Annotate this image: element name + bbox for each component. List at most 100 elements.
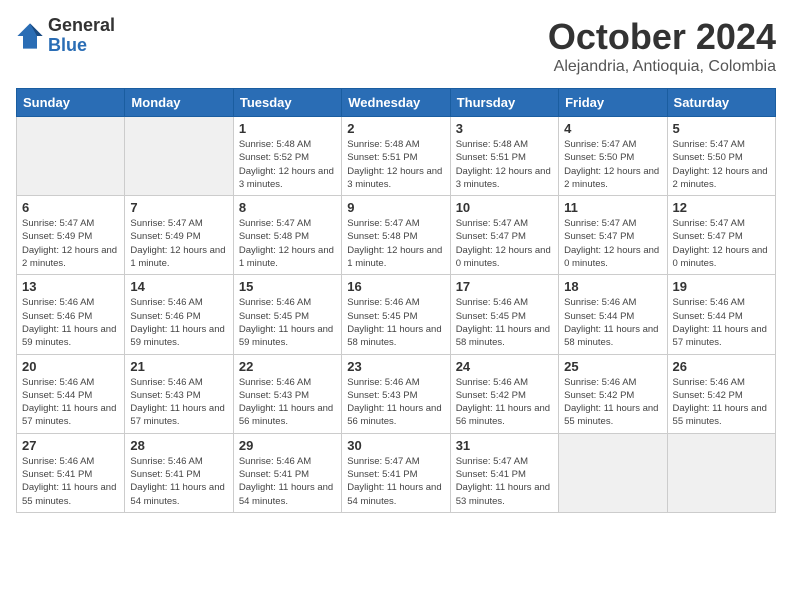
calendar-cell	[17, 117, 125, 196]
calendar-table: SundayMondayTuesdayWednesdayThursdayFrid…	[16, 88, 776, 513]
day-info: Sunrise: 5:46 AMSunset: 5:46 PMDaylight:…	[22, 296, 119, 349]
calendar-week-5: 27 Sunrise: 5:46 AMSunset: 5:41 PMDayligh…	[17, 433, 776, 512]
calendar-cell: 4 Sunrise: 5:47 AMSunset: 5:50 PMDaylight…	[559, 117, 667, 196]
day-number: 3	[456, 121, 553, 136]
day-info: Sunrise: 5:46 AMSunset: 5:43 PMDaylight:…	[239, 376, 336, 429]
logo-general: General	[48, 16, 115, 36]
calendar-cell: 30 Sunrise: 5:47 AMSunset: 5:41 PMDayligh…	[342, 433, 450, 512]
calendar-cell: 3 Sunrise: 5:48 AMSunset: 5:51 PMDaylight…	[450, 117, 558, 196]
day-header-tuesday: Tuesday	[233, 89, 341, 117]
calendar-cell: 1 Sunrise: 5:48 AMSunset: 5:52 PMDaylight…	[233, 117, 341, 196]
calendar-header-row: SundayMondayTuesdayWednesdayThursdayFrid…	[17, 89, 776, 117]
calendar-cell: 8Sunrise: 5:47 AMSunset: 5:48 PMDaylight…	[233, 196, 341, 275]
day-number: 1	[239, 121, 336, 136]
day-number: 8	[239, 200, 336, 215]
day-number: 7	[130, 200, 227, 215]
day-info: Sunrise: 5:46 AMSunset: 5:45 PMDaylight:…	[347, 296, 444, 349]
day-number: 6	[22, 200, 119, 215]
day-info: Sunrise: 5:47 AMSunset: 5:47 PMDaylight:…	[564, 217, 661, 270]
day-number: 21	[130, 359, 227, 374]
calendar-cell: 19Sunrise: 5:46 AMSunset: 5:44 PMDayligh…	[667, 275, 775, 354]
day-info: Sunrise: 5:47 AMSunset: 5:50 PMDaylight:…	[564, 138, 661, 191]
calendar-cell: 29 Sunrise: 5:46 AMSunset: 5:41 PMDayligh…	[233, 433, 341, 512]
month-title: October 2024	[548, 16, 776, 58]
day-info: Sunrise: 5:47 AMSunset: 5:41 PMDaylight:…	[456, 455, 553, 508]
calendar-cell: 31 Sunrise: 5:47 AMSunset: 5:41 PMDayligh…	[450, 433, 558, 512]
calendar-cell: 20Sunrise: 5:46 AMSunset: 5:44 PMDayligh…	[17, 354, 125, 433]
calendar-cell: 27 Sunrise: 5:46 AMSunset: 5:41 PMDayligh…	[17, 433, 125, 512]
day-info: Sunrise: 5:46 AMSunset: 5:44 PMDaylight:…	[564, 296, 661, 349]
calendar-cell: 7Sunrise: 5:47 AMSunset: 5:49 PMDaylight…	[125, 196, 233, 275]
calendar-cell: 2Sunrise: 5:48 AMSunset: 5:51 PMDaylight…	[342, 117, 450, 196]
calendar-cell: 16 Sunrise: 5:46 AMSunset: 5:45 PMDayligh…	[342, 275, 450, 354]
calendar-cell: 28Sunrise: 5:46 AMSunset: 5:41 PMDayligh…	[125, 433, 233, 512]
day-header-sunday: Sunday	[17, 89, 125, 117]
day-header-monday: Monday	[125, 89, 233, 117]
day-number: 20	[22, 359, 119, 374]
day-info: Sunrise: 5:47 AMSunset: 5:49 PMDaylight:…	[22, 217, 119, 270]
day-number: 13	[22, 279, 119, 294]
day-number: 16	[347, 279, 444, 294]
day-number: 30	[347, 438, 444, 453]
calendar-cell: 9Sunrise: 5:47 AMSunset: 5:48 PMDaylight…	[342, 196, 450, 275]
location-title: Alejandria, Antioquia, Colombia	[548, 58, 776, 76]
calendar-week-4: 20Sunrise: 5:46 AMSunset: 5:44 PMDayligh…	[17, 354, 776, 433]
calendar-week-1: 1 Sunrise: 5:48 AMSunset: 5:52 PMDaylight…	[17, 117, 776, 196]
day-number: 19	[673, 279, 770, 294]
title-area: October 2024 Alejandria, Antioquia, Colo…	[548, 16, 776, 76]
day-info: Sunrise: 5:46 AMSunset: 5:42 PMDaylight:…	[456, 376, 553, 429]
day-info: Sunrise: 5:46 AMSunset: 5:43 PMDaylight:…	[130, 376, 227, 429]
day-header-wednesday: Wednesday	[342, 89, 450, 117]
calendar-cell: 13 Sunrise: 5:46 AMSunset: 5:46 PMDayligh…	[17, 275, 125, 354]
day-number: 23	[347, 359, 444, 374]
day-number: 2	[347, 121, 444, 136]
day-header-friday: Friday	[559, 89, 667, 117]
day-info: Sunrise: 5:48 AMSunset: 5:52 PMDaylight:…	[239, 138, 336, 191]
calendar-cell: 22 Sunrise: 5:46 AMSunset: 5:43 PMDayligh…	[233, 354, 341, 433]
day-info: Sunrise: 5:48 AMSunset: 5:51 PMDaylight:…	[456, 138, 553, 191]
day-number: 11	[564, 200, 661, 215]
day-number: 18	[564, 279, 661, 294]
calendar-cell: 18 Sunrise: 5:46 AMSunset: 5:44 PMDayligh…	[559, 275, 667, 354]
calendar-cell: 11 Sunrise: 5:47 AMSunset: 5:47 PMDayligh…	[559, 196, 667, 275]
calendar-cell: 6 Sunrise: 5:47 AMSunset: 5:49 PMDaylight…	[17, 196, 125, 275]
day-info: Sunrise: 5:46 AMSunset: 5:45 PMDaylight:…	[456, 296, 553, 349]
day-number: 4	[564, 121, 661, 136]
calendar-cell	[559, 433, 667, 512]
calendar-cell: 10 Sunrise: 5:47 AMSunset: 5:47 PMDayligh…	[450, 196, 558, 275]
day-info: Sunrise: 5:46 AMSunset: 5:41 PMDaylight:…	[22, 455, 119, 508]
day-number: 27	[22, 438, 119, 453]
day-info: Sunrise: 5:46 AMSunset: 5:41 PMDaylight:…	[130, 455, 227, 508]
calendar-cell: 15Sunrise: 5:46 AMSunset: 5:45 PMDayligh…	[233, 275, 341, 354]
calendar-cell: 24 Sunrise: 5:46 AMSunset: 5:42 PMDayligh…	[450, 354, 558, 433]
day-number: 31	[456, 438, 553, 453]
day-number: 26	[673, 359, 770, 374]
calendar-cell	[125, 117, 233, 196]
calendar-cell: 5Sunrise: 5:47 AMSunset: 5:50 PMDaylight…	[667, 117, 775, 196]
calendar-cell: 14Sunrise: 5:46 AMSunset: 5:46 PMDayligh…	[125, 275, 233, 354]
calendar-cell	[667, 433, 775, 512]
calendar-cell: 17Sunrise: 5:46 AMSunset: 5:45 PMDayligh…	[450, 275, 558, 354]
day-number: 25	[564, 359, 661, 374]
logo-blue: Blue	[48, 36, 115, 56]
day-number: 10	[456, 200, 553, 215]
calendar-cell: 26 Sunrise: 5:46 AMSunset: 5:42 PMDayligh…	[667, 354, 775, 433]
logo-text: General Blue	[48, 16, 115, 56]
calendar-cell: 12Sunrise: 5:47 AMSunset: 5:47 PMDayligh…	[667, 196, 775, 275]
day-info: Sunrise: 5:46 AMSunset: 5:42 PMDaylight:…	[564, 376, 661, 429]
day-number: 22	[239, 359, 336, 374]
day-number: 29	[239, 438, 336, 453]
calendar-cell: 25 Sunrise: 5:46 AMSunset: 5:42 PMDayligh…	[559, 354, 667, 433]
page-header: General Blue October 2024 Alejandria, An…	[16, 16, 776, 76]
day-info: Sunrise: 5:47 AMSunset: 5:41 PMDaylight:…	[347, 455, 444, 508]
day-info: Sunrise: 5:46 AMSunset: 5:41 PMDaylight:…	[239, 455, 336, 508]
logo-icon	[16, 22, 44, 50]
day-info: Sunrise: 5:47 AMSunset: 5:47 PMDaylight:…	[456, 217, 553, 270]
day-info: Sunrise: 5:46 AMSunset: 5:43 PMDaylight:…	[347, 376, 444, 429]
day-info: Sunrise: 5:47 AMSunset: 5:48 PMDaylight:…	[347, 217, 444, 270]
day-header-thursday: Thursday	[450, 89, 558, 117]
day-info: Sunrise: 5:46 AMSunset: 5:42 PMDaylight:…	[673, 376, 770, 429]
calendar-week-3: 13 Sunrise: 5:46 AMSunset: 5:46 PMDayligh…	[17, 275, 776, 354]
calendar-cell: 23 Sunrise: 5:46 AMSunset: 5:43 PMDayligh…	[342, 354, 450, 433]
day-number: 24	[456, 359, 553, 374]
